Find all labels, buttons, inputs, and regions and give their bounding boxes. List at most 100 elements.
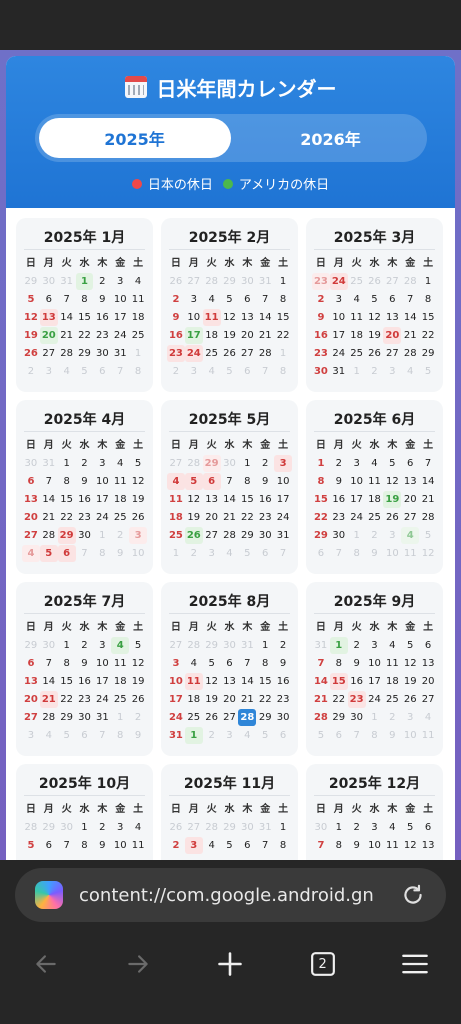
day-cell[interactable]: 7 <box>40 473 58 490</box>
day-cell[interactable]: 13 <box>22 491 40 508</box>
day-cell[interactable]: 31 <box>93 709 111 726</box>
day-cell[interactable]: 31 <box>40 455 58 472</box>
day-cell[interactable]: 8 <box>274 837 292 854</box>
day-cell[interactable]: 7 <box>111 363 129 380</box>
day-cell[interactable]: 20 <box>203 509 221 526</box>
day-cell[interactable]: 18 <box>383 673 401 690</box>
day-cell[interactable]: 7 <box>221 473 239 490</box>
day-cell[interactable]: 27 <box>22 527 40 544</box>
day-cell[interactable]: 3 <box>129 527 147 544</box>
day-cell[interactable]: 1 <box>75 273 94 290</box>
day-cell[interactable]: 21 <box>238 691 256 708</box>
day-cell[interactable]: 16 <box>312 327 330 344</box>
day-cell[interactable]: 12 <box>366 309 384 326</box>
day-cell[interactable]: 14 <box>419 473 437 490</box>
day-cell[interactable]: 15 <box>76 309 94 326</box>
day-cell[interactable]: 8 <box>419 291 437 308</box>
day-cell[interactable]: 27 <box>167 637 185 654</box>
day-cell[interactable]: 16 <box>256 491 274 508</box>
day-cell[interactable]: 13 <box>419 837 437 854</box>
day-cell[interactable]: 29 <box>238 527 256 544</box>
day-cell[interactable]: 10 <box>129 545 147 562</box>
day-cell[interactable]: 30 <box>76 709 94 726</box>
day-cell[interactable]: 14 <box>256 309 274 326</box>
day-cell[interactable]: 30 <box>221 455 239 472</box>
day-cell[interactable]: 2 <box>167 291 185 308</box>
day-cell[interactable]: 3 <box>111 819 129 836</box>
day-cell[interactable]: 19 <box>203 691 221 708</box>
day-cell[interactable]: 14 <box>58 309 76 326</box>
day-cell[interactable]: 9 <box>93 291 111 308</box>
day-cell[interactable]: 1 <box>312 455 330 472</box>
day-cell[interactable]: 7 <box>312 655 330 672</box>
day-cell[interactable]: 18 <box>111 491 129 508</box>
day-cell[interactable]: 8 <box>93 545 111 562</box>
day-cell[interactable]: 9 <box>129 727 147 744</box>
day-cell[interactable]: 28 <box>203 273 221 290</box>
day-cell[interactable]: 14 <box>221 491 239 508</box>
day-cell[interactable]: 30 <box>238 819 256 836</box>
day-cell[interactable]: 8 <box>366 727 384 744</box>
day-cell[interactable]: 26 <box>129 509 147 526</box>
day-cell[interactable]: 8 <box>312 473 330 490</box>
day-cell[interactable]: 30 <box>22 455 40 472</box>
day-cell[interactable]: 2 <box>111 527 129 544</box>
day-cell[interactable]: 12 <box>383 473 401 490</box>
day-cell[interactable]: 4 <box>238 727 256 744</box>
day-cell[interactable]: 11 <box>419 727 437 744</box>
day-cell[interactable]: 2 <box>167 837 185 854</box>
day-cell[interactable]: 23 <box>256 509 274 526</box>
day-cell[interactable]: 29 <box>22 637 40 654</box>
day-cell[interactable]: 8 <box>238 473 256 490</box>
day-cell[interactable]: 11 <box>383 655 401 672</box>
day-cell[interactable]: 21 <box>312 691 330 708</box>
day-cell[interactable]: 6 <box>93 363 111 380</box>
day-cell[interactable]: 4 <box>366 455 384 472</box>
day-cell[interactable]: 29 <box>76 345 94 362</box>
day-cell[interactable]: 28 <box>419 509 437 526</box>
day-cell[interactable]: 7 <box>93 727 111 744</box>
day-cell[interactable]: 11 <box>129 837 147 854</box>
day-cell[interactable]: 21 <box>58 327 76 344</box>
day-cell[interactable]: 23 <box>312 345 330 362</box>
day-cell[interactable]: 15 <box>312 491 330 508</box>
day-cell[interactable]: 7 <box>238 655 256 672</box>
day-cell[interactable]: 30 <box>93 345 111 362</box>
day-cell[interactable]: 10 <box>185 309 203 326</box>
day-cell[interactable]: 11 <box>383 837 401 854</box>
day-cell[interactable]: 1 <box>419 273 437 290</box>
menu-button[interactable] <box>395 944 435 984</box>
day-cell[interactable]: 7 <box>256 837 274 854</box>
day-cell[interactable]: 26 <box>203 709 221 726</box>
day-cell[interactable]: 25 <box>167 527 185 544</box>
day-cell[interactable]: 27 <box>401 509 419 526</box>
day-cell[interactable]: 1 <box>129 345 147 362</box>
day-cell[interactable]: 20 <box>401 491 419 508</box>
day-cell[interactable]: 16 <box>76 673 94 690</box>
day-cell[interactable]: 8 <box>330 837 348 854</box>
day-cell[interactable]: 27 <box>383 345 401 362</box>
day-cell[interactable]: 23 <box>76 691 94 708</box>
day-cell[interactable]: 22 <box>419 327 437 344</box>
day-cell[interactable]: 17 <box>93 491 111 508</box>
day-cell[interactable]: 10 <box>366 655 384 672</box>
day-cell[interactable]: 19 <box>366 327 384 344</box>
day-cell[interactable]: 7 <box>256 363 274 380</box>
day-cell[interactable]: 28 <box>185 455 203 472</box>
day-cell[interactable]: 10 <box>167 673 185 690</box>
day-cell[interactable]: 9 <box>383 727 401 744</box>
day-cell[interactable]: 6 <box>22 473 40 490</box>
day-cell[interactable]: 7 <box>419 455 437 472</box>
day-cell[interactable]: 24 <box>329 273 348 290</box>
tab-year-2026[interactable]: 2026年 <box>235 114 427 162</box>
day-cell[interactable]: 13 <box>419 655 437 672</box>
day-cell[interactable]: 25 <box>383 691 401 708</box>
address-bar[interactable]: content://com.google.android.gn <box>15 868 446 922</box>
day-cell[interactable]: 4 <box>203 291 221 308</box>
day-cell[interactable]: 23 <box>167 345 185 362</box>
day-cell[interactable]: 8 <box>76 837 94 854</box>
day-cell[interactable]: 17 <box>184 327 203 344</box>
day-cell[interactable]: 25 <box>129 327 147 344</box>
day-cell[interactable]: 30 <box>330 527 348 544</box>
copilot-icon[interactable] <box>35 881 63 909</box>
